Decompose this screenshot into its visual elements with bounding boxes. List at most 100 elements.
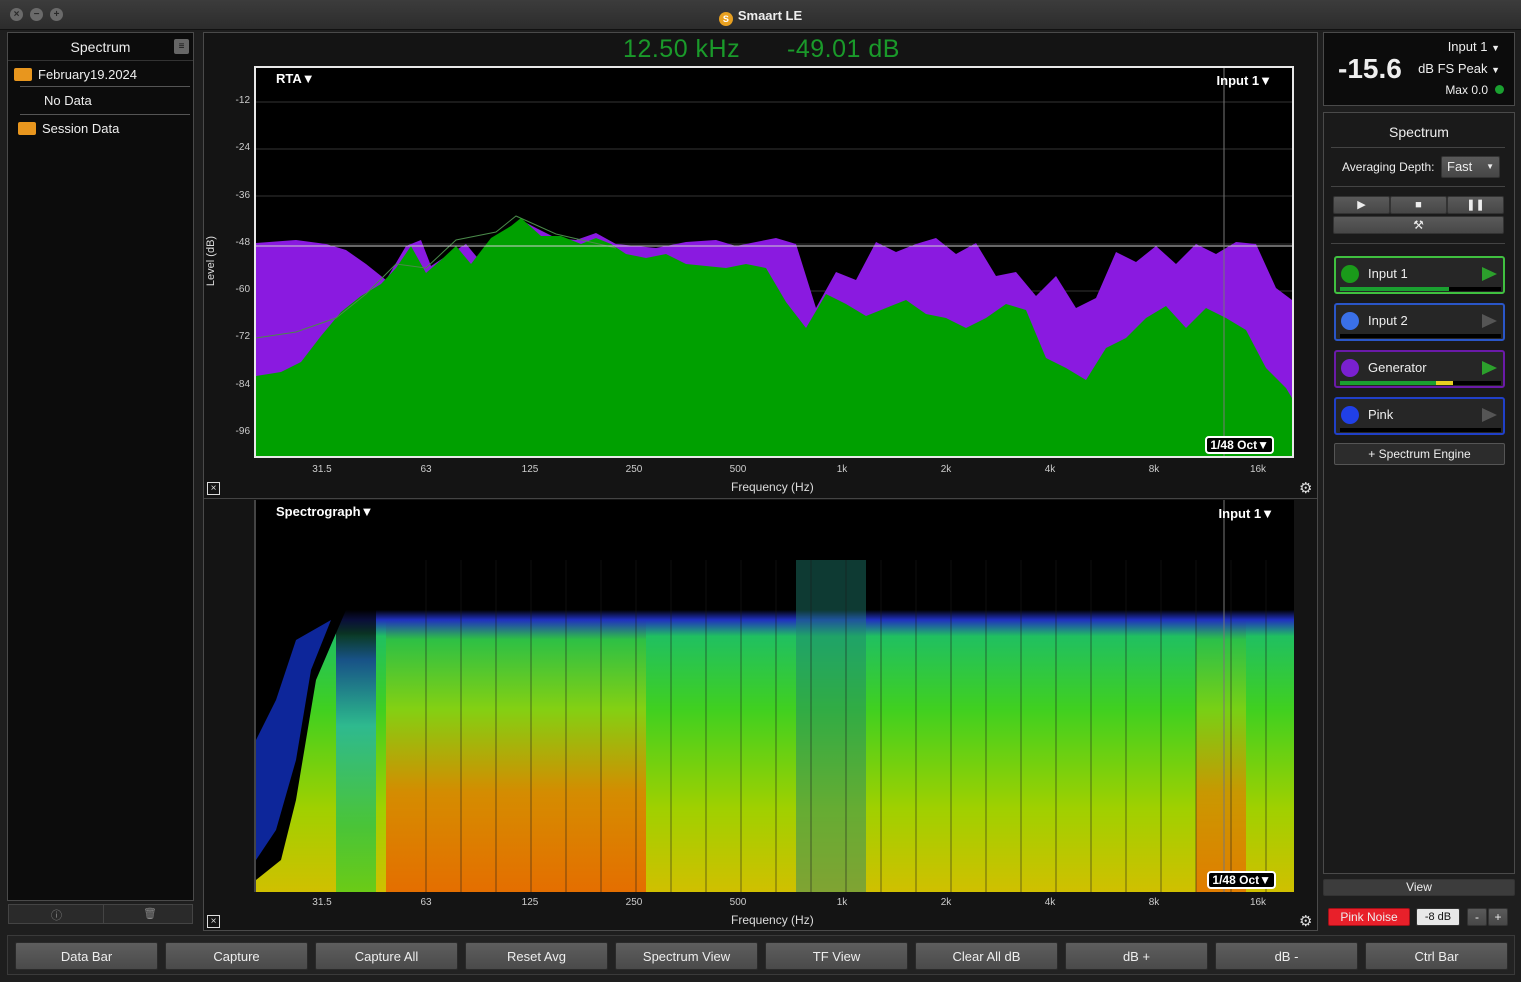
- clip-indicator: [1495, 85, 1504, 94]
- spectrograph-resolution-menu[interactable]: 1/48 Oct▼: [1207, 871, 1276, 889]
- divider: [1331, 147, 1505, 148]
- pause-button[interactable]: ❚❚: [1447, 196, 1504, 214]
- db-plus-button[interactable]: dB +: [1065, 942, 1208, 970]
- data-bar-button[interactable]: Data Bar: [15, 942, 158, 970]
- settings-gear-icon[interactable]: ⚙: [1299, 479, 1312, 497]
- x-tick: 125: [521, 464, 539, 475]
- channel-input-2[interactable]: Input 2: [1334, 303, 1505, 341]
- rta-graph: [256, 68, 1292, 456]
- channel-play-icon[interactable]: [1482, 361, 1497, 375]
- cursor-readout: 12.50 kHz -49.01 dB: [204, 35, 1319, 64]
- x-tick: 1k: [836, 464, 848, 475]
- settings-gear-icon[interactable]: ⚙: [1299, 912, 1312, 930]
- plot-area: 12.50 kHz -49.01 dB -12 -24 -36 -48 -60 …: [203, 32, 1318, 931]
- trash-icon[interactable]: 🗑: [143, 907, 157, 920]
- ctrl-bar-button[interactable]: Ctrl Bar: [1365, 942, 1508, 970]
- averaging-label: Averaging Depth:: [1342, 160, 1435, 174]
- capture-button[interactable]: Capture: [165, 942, 308, 970]
- tf-view-button[interactable]: TF View: [765, 942, 908, 970]
- channel-meter: [1340, 334, 1501, 338]
- y-tick: -12: [235, 95, 250, 106]
- info-icon[interactable]: ⓘ: [51, 907, 62, 923]
- x-tick: 63: [420, 897, 432, 908]
- close-plot-icon[interactable]: ×: [207, 482, 220, 495]
- y-tick: -96: [235, 426, 250, 437]
- cursor-level: -49.01 dB: [787, 35, 900, 63]
- data-bar: Spectrum ≡ February19.2024 No Data Sessi…: [7, 32, 194, 901]
- generator-level-increase-button[interactable]: +: [1488, 908, 1508, 926]
- generator-toggle-button[interactable]: Pink Noise: [1328, 908, 1410, 926]
- y-tick: -72: [235, 331, 250, 342]
- x-tick: 16k: [1249, 897, 1267, 908]
- generator-level-decrease-button[interactable]: -: [1467, 908, 1487, 926]
- x-tick: 31.5: [312, 464, 332, 475]
- channel-color-icon: [1341, 359, 1359, 377]
- stop-button[interactable]: ■: [1390, 196, 1447, 214]
- data-bar-footer: ⓘ 🗑: [8, 904, 193, 924]
- x-tick: 8k: [1148, 464, 1160, 475]
- spectrograph-x-axis-title: Frequency (Hz): [731, 913, 814, 927]
- control-bar-title: Spectrum: [1389, 124, 1449, 140]
- x-tick: 63: [420, 464, 432, 475]
- rta-plot[interactable]: RTA▼ Input 1▼ 1/48 Oct▼: [254, 66, 1294, 458]
- reset-avg-button[interactable]: Reset Avg: [465, 942, 608, 970]
- spectrograph-plot-type-menu[interactable]: Spectrograph▼: [276, 504, 373, 519]
- channel-name: Input 1: [1368, 266, 1408, 281]
- close-plot-icon[interactable]: ×: [207, 915, 220, 928]
- view-button[interactable]: View: [1323, 879, 1515, 896]
- x-tick: 1k: [836, 897, 848, 908]
- rta-input-menu[interactable]: Input 1▼: [1217, 73, 1272, 88]
- db-minus-button[interactable]: dB -: [1215, 942, 1358, 970]
- channel-pink[interactable]: Pink: [1334, 397, 1505, 435]
- channel-input-1[interactable]: Input 1: [1334, 256, 1505, 294]
- y-tick: -24: [235, 142, 250, 153]
- rta-x-axis-title: Frequency (Hz): [731, 480, 814, 494]
- spectrograph-plot[interactable]: Spectrograph▼ Input 1▼ 1/48 Oct▼: [254, 500, 1294, 892]
- tree-item-no-data: No Data: [44, 93, 92, 108]
- tree-item-session-folder[interactable]: February19.2024: [14, 67, 137, 82]
- tree-item-session-data[interactable]: Session Data: [18, 121, 119, 136]
- menu-icon[interactable]: ≡: [174, 39, 189, 54]
- clear-all-db-button[interactable]: Clear All dB: [915, 942, 1058, 970]
- divider: [1331, 243, 1505, 244]
- x-tick: 2k: [940, 897, 952, 908]
- divider: [103, 905, 104, 923]
- level-meter-panel: Input 1 ▼ -15.6 dB FS Peak ▼ Max 0.0: [1323, 32, 1515, 106]
- y-tick: -60: [235, 284, 250, 295]
- play-button[interactable]: ▶: [1333, 196, 1390, 214]
- x-tick: 500: [729, 464, 747, 475]
- channel-meter: [1340, 428, 1501, 432]
- generator-level-field[interactable]: -8 dB: [1416, 908, 1460, 926]
- channel-name: Input 2: [1368, 313, 1408, 328]
- x-tick: 250: [625, 897, 643, 908]
- channel-meter: [1340, 287, 1501, 291]
- add-spectrum-engine-button[interactable]: + Spectrum Engine: [1334, 443, 1505, 465]
- spectrum-view-button[interactable]: Spectrum View: [615, 942, 758, 970]
- spectrograph-input-menu[interactable]: Input 1▼: [1219, 506, 1274, 521]
- averaging-select[interactable]: Fast ▼: [1441, 156, 1500, 178]
- channel-play-icon[interactable]: [1482, 267, 1497, 281]
- y-tick: -48: [235, 237, 250, 248]
- channel-play-icon[interactable]: [1482, 314, 1497, 328]
- rta-y-axis-title: Level (dB): [205, 235, 218, 287]
- channel-play-icon[interactable]: [1482, 408, 1497, 422]
- tools-icon: ⚒: [1413, 218, 1424, 232]
- command-bar: Data Bar Capture Capture All Reset Avg S…: [7, 935, 1515, 975]
- meter-input-select[interactable]: Input 1 ▼: [1448, 39, 1500, 54]
- tools-button[interactable]: ⚒: [1333, 216, 1504, 234]
- cursor-frequency: 12.50 kHz: [623, 35, 741, 63]
- x-tick: 16k: [1249, 464, 1267, 475]
- y-tick: -36: [235, 190, 250, 201]
- divider: [204, 498, 1317, 499]
- divider: [20, 114, 190, 115]
- data-bar-title: Spectrum: [70, 39, 131, 55]
- rta-plot-type-menu[interactable]: RTA▼: [276, 71, 315, 86]
- channel-color-icon: [1341, 312, 1359, 330]
- channel-generator[interactable]: Generator: [1334, 350, 1505, 388]
- title-bar: × − + S Smaart LE: [0, 0, 1521, 30]
- rta-resolution-menu[interactable]: 1/48 Oct▼: [1205, 436, 1274, 454]
- capture-all-button[interactable]: Capture All: [315, 942, 458, 970]
- data-bar-header: Spectrum ≡: [8, 33, 193, 61]
- meter-unit-select[interactable]: dB FS Peak ▼: [1418, 61, 1500, 76]
- channel-color-icon: [1341, 265, 1359, 283]
